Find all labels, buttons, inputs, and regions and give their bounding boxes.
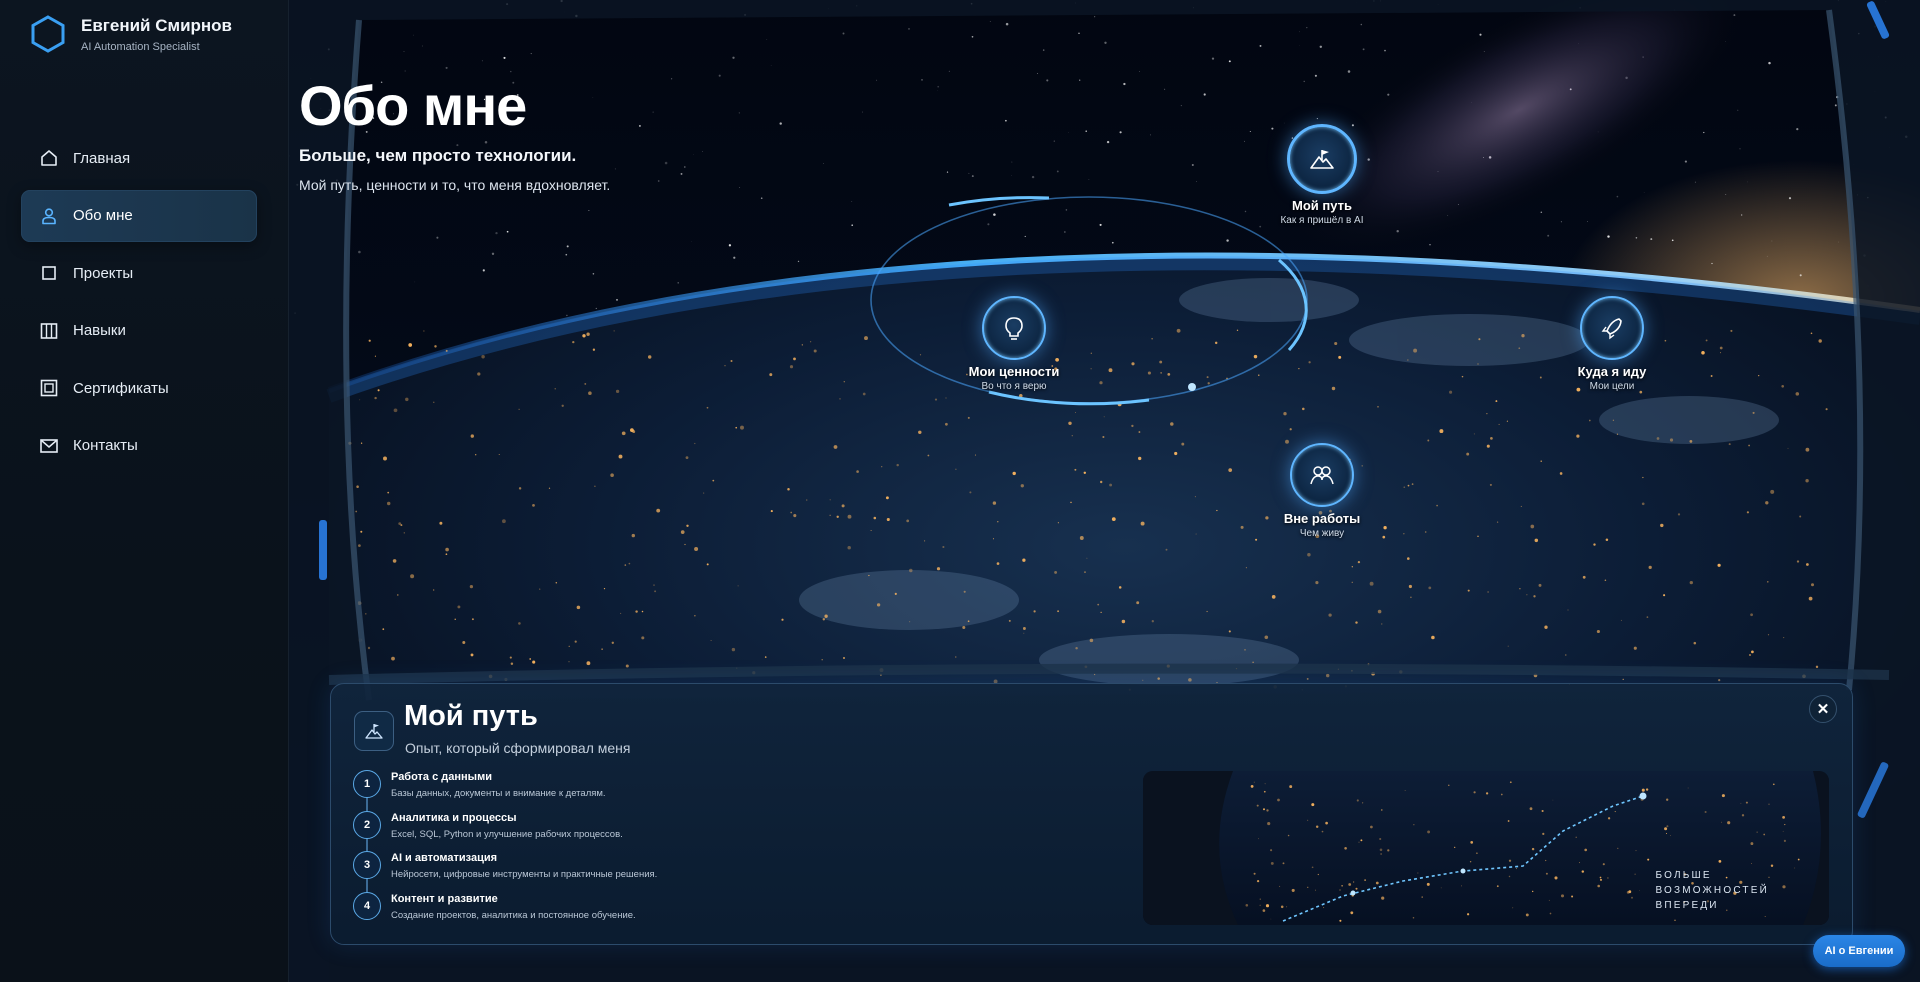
node-title: Вне работы bbox=[1283, 511, 1361, 526]
orbit-node-values[interactable]: Мои ценности Во что я верю bbox=[934, 296, 1094, 392]
page-header: Обо мне Больше, чем просто технологии. М… bbox=[299, 74, 629, 195]
timeline-step: 4 Контент и развитие Создание проектов, … bbox=[353, 891, 973, 933]
rocket-icon bbox=[1601, 318, 1622, 340]
hexagon-logo-icon bbox=[31, 15, 65, 53]
my-path-panel: Мой путь Опыт, который сформировал меня … bbox=[330, 683, 1853, 945]
brand[interactable]: Евгений Смирнов AI Automation Specialist bbox=[28, 14, 232, 54]
people-icon bbox=[1310, 466, 1334, 485]
sidebar-item-contacts[interactable]: Контакты bbox=[21, 420, 257, 472]
step-title: Аналитика и процессы bbox=[391, 811, 517, 824]
node-title: Мой путь bbox=[1292, 198, 1352, 213]
sidebar-item-home[interactable]: Главная bbox=[21, 132, 257, 184]
ai-assistant-button[interactable]: AI о Евгении bbox=[1813, 935, 1905, 967]
node-circle bbox=[1290, 443, 1354, 507]
panel-subtitle: Опыт, который сформировал меня bbox=[405, 740, 631, 756]
lightbulb-icon bbox=[1005, 317, 1023, 340]
panel-title: Мой путь bbox=[404, 700, 538, 732]
node-subtitle: Во что я верю bbox=[981, 381, 1047, 392]
node-circle bbox=[1580, 296, 1644, 360]
mountain-flag-icon bbox=[365, 724, 383, 739]
timeline-step: 1 Работа с данными Базы данных, документ… bbox=[353, 770, 973, 811]
step-number: 1 bbox=[353, 770, 381, 798]
certificate-icon bbox=[40, 379, 58, 397]
columns-icon bbox=[40, 322, 58, 339]
step-number: 4 bbox=[353, 891, 381, 920]
orbit-node-my-path[interactable]: Мой путь Как я пришёл в AI bbox=[1242, 124, 1402, 226]
node-title: Мои ценности bbox=[968, 364, 1060, 379]
node-circle bbox=[1287, 124, 1357, 194]
sidebar-item-skills[interactable]: Навыки bbox=[21, 305, 257, 357]
sidebar-item-label: Контакты bbox=[73, 437, 138, 454]
node-subtitle: Чем живу bbox=[1299, 528, 1345, 539]
step-title: Контент и развитие bbox=[391, 892, 498, 905]
sidebar-item-label: Обо мне bbox=[73, 207, 133, 224]
brand-name: Евгений Смирнов bbox=[81, 15, 233, 35]
page-title: Обо мне bbox=[299, 74, 527, 137]
earth-lights-image: БОЛЬШЕ ВОЗМОЖНОСТЕЙ ВПЕРЕДИ bbox=[1143, 771, 1829, 925]
node-subtitle: Мои цели bbox=[1589, 381, 1635, 392]
page-subtitle: Больше, чем просто технологии. bbox=[299, 146, 577, 165]
sidebar-item-projects[interactable]: Проекты bbox=[21, 247, 257, 299]
image-caption: БОЛЬШЕ ВОЗМОЖНОСТЕЙ ВПЕРЕДИ bbox=[1655, 870, 1769, 911]
step-title: AI и автоматизация bbox=[391, 852, 498, 864]
sidebar-item-certificates[interactable]: Сертификаты bbox=[21, 362, 257, 414]
mountain-flag-icon bbox=[1310, 150, 1334, 169]
step-description: Базы данных, документы и внимание к дета… bbox=[391, 788, 606, 799]
panel-icon bbox=[354, 711, 394, 751]
timeline-step: 3 AI и автоматизация Нейросети, цифровые… bbox=[353, 851, 973, 892]
sidebar-item-label: Проекты bbox=[73, 264, 134, 282]
orbit-node-life[interactable]: Вне работы Чем живу bbox=[1242, 443, 1402, 539]
step-description: Создание проектов, аналитика и постоянно… bbox=[391, 909, 636, 921]
home-icon bbox=[41, 150, 57, 166]
app-root: Евгений Смирнов AI Automation Specialist… bbox=[0, 0, 1920, 982]
path-timeline: 1 Работа с данными Базы данных, документ… bbox=[353, 770, 973, 932]
node-circle bbox=[982, 296, 1046, 360]
sidebar-item-label: Навыки bbox=[73, 322, 126, 339]
sidebar-item-about[interactable]: Обо мне bbox=[21, 189, 257, 242]
square-icon bbox=[42, 266, 56, 280]
mail-icon bbox=[40, 438, 58, 453]
step-description: Нейросети, цифровые инструменты и практи… bbox=[391, 869, 658, 880]
close-button[interactable]: ✕ bbox=[1809, 695, 1837, 723]
sidebar-item-label: Главная bbox=[73, 149, 131, 167]
brand-role: AI Automation Specialist bbox=[81, 40, 200, 53]
sidebar-nav: Главная Обо мне Проекты Навыки Сертифика… bbox=[21, 132, 257, 477]
node-title: Куда я иду bbox=[1577, 364, 1647, 379]
user-icon bbox=[42, 207, 56, 224]
step-description: Excel, SQL, Python и улучшение рабочих п… bbox=[391, 828, 623, 840]
orbit-node-goals[interactable]: Куда я иду Мои цели bbox=[1532, 296, 1692, 392]
step-number: 2 bbox=[353, 810, 381, 839]
sidebar-item-label: Сертификаты bbox=[73, 379, 169, 397]
step-number: 3 bbox=[353, 851, 381, 879]
step-title: Работа с данными bbox=[391, 771, 492, 783]
timeline-step: 2 Аналитика и процессы Excel, SQL, Pytho… bbox=[353, 810, 973, 852]
page-description: Мой путь, ценности и то, что меня вдохно… bbox=[299, 177, 611, 193]
node-subtitle: Как я пришёл в AI bbox=[1280, 215, 1364, 226]
sidebar: Евгений Смирнов AI Automation Specialist… bbox=[0, 0, 289, 982]
